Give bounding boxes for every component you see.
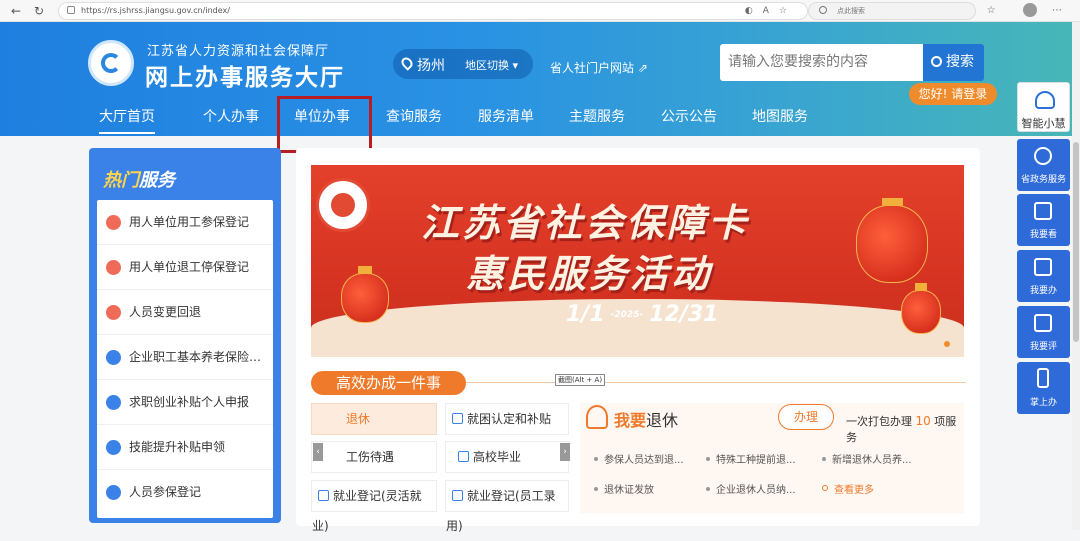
- site-logo: [88, 40, 134, 86]
- banner-date: 1/1 -2025- 12/31: [566, 302, 719, 327]
- menu-personal[interactable]: 个人办事: [203, 106, 259, 126]
- document-icon: [1034, 202, 1052, 220]
- retire-link[interactable]: 参保人员达到退...: [594, 451, 684, 466]
- site-header: 江苏省人力资源和社会保障厅 网上办事服务大厅 扬州 地区切换 ▾ 省人社门户网站…: [0, 22, 1080, 136]
- lantern-icon: [341, 266, 389, 323]
- handle-online-button[interactable]: 我要办: [1017, 250, 1070, 302]
- service-icon: [106, 440, 121, 455]
- list-item[interactable]: 人员参保登记: [97, 470, 273, 515]
- handle-button[interactable]: 办理: [778, 404, 834, 430]
- edit-icon: [318, 490, 329, 501]
- monitor-icon: [1034, 258, 1052, 276]
- service-hardship[interactable]: 就困认定和补贴: [445, 403, 569, 435]
- gov-service-icon: [1034, 147, 1052, 165]
- menu-query[interactable]: 查询服务: [386, 106, 442, 126]
- retiree-icon: [586, 405, 608, 429]
- retire-title: 我要退休: [614, 411, 679, 430]
- list-item[interactable]: 技能提升补贴申领: [97, 425, 273, 470]
- menu-notices[interactable]: 公示公告: [661, 106, 717, 126]
- menu-topics[interactable]: 主题服务: [569, 106, 625, 126]
- edit-icon: [1034, 314, 1052, 332]
- search-button[interactable]: 搜索: [923, 44, 984, 81]
- lantern-icon: [901, 283, 941, 334]
- service-hire-employment[interactable]: 就业登记(员工录用): [445, 480, 569, 533]
- evaluate-button[interactable]: 我要评: [1017, 306, 1070, 358]
- avatar[interactable]: [1022, 3, 1037, 17]
- social-security-card-seal-icon: [316, 178, 370, 232]
- mobile-button[interactable]: 掌上办: [1017, 362, 1070, 414]
- banner-title-line1: 江苏省社会保障卡: [421, 201, 750, 245]
- prev-arrow-icon[interactable]: ‹: [313, 443, 323, 461]
- hall-name: 网上办事服务大厅: [145, 65, 345, 91]
- service-flex-employment[interactable]: 就业登记(灵活就业): [311, 480, 437, 533]
- address-bar[interactable]: https://rs.jshrss.jiangsu.gov.cn/index/ …: [58, 2, 808, 20]
- service-icon: [106, 350, 121, 365]
- view-more-link[interactable]: 查看更多: [822, 481, 874, 496]
- site-search-input[interactable]: 请输入您要搜索的内容: [720, 44, 923, 81]
- menu-home[interactable]: 大厅首页: [99, 106, 155, 134]
- back-icon[interactable]: ←: [8, 3, 24, 19]
- retire-link[interactable]: 退休证发放: [594, 481, 654, 496]
- service-retire[interactable]: 退休: [311, 403, 437, 435]
- service-graduate[interactable]: 高校毕业: [445, 441, 569, 473]
- section-divider: [466, 382, 966, 383]
- retire-link[interactable]: 企业退休人员纳...: [706, 481, 796, 496]
- hardship-icon: [452, 413, 463, 424]
- service-icon: [106, 215, 121, 230]
- list-item[interactable]: 用人单位退工停保登记: [97, 245, 273, 290]
- banner-title-line2: 惠民服务活动: [466, 252, 713, 296]
- annotation-highlight: [277, 96, 372, 153]
- package-info: 一次打包办理 10 项服务: [846, 414, 957, 444]
- search-icon: [819, 6, 827, 14]
- headset-icon: [1035, 91, 1055, 109]
- list-item[interactable]: 用人单位用工参保登记: [97, 200, 273, 245]
- lock-icon: [67, 6, 75, 14]
- region-switch[interactable]: 地区切换 ▾: [465, 57, 518, 73]
- service-icon: [106, 395, 121, 410]
- hot-services-panel: 热门服务 用人单位用工参保登记 用人单位退工停保登记 人员变更回退 企业职工基本…: [89, 148, 281, 523]
- service-injury[interactable]: 工伤待遇: [311, 441, 437, 473]
- service-icon: [106, 305, 121, 320]
- retire-link[interactable]: 新增退休人员养...: [822, 451, 912, 466]
- menu-service-list[interactable]: 服务清单: [478, 106, 534, 126]
- edit-icon: [452, 490, 463, 501]
- carousel-dot[interactable]: [944, 341, 950, 347]
- scrollbar-thumb[interactable]: [1073, 142, 1079, 342]
- phone-icon: [1037, 368, 1049, 388]
- browser-search-placeholder: 点此搜索: [837, 7, 865, 15]
- list-item[interactable]: 人员变更回退: [97, 290, 273, 335]
- region-selector[interactable]: 扬州 地区切换 ▾: [393, 49, 533, 79]
- view-button[interactable]: 我要看: [1017, 194, 1070, 246]
- hot-services-title: 热门服务: [103, 170, 175, 191]
- graduate-cap-icon: [458, 451, 469, 462]
- gov-service-button[interactable]: 省政务服务: [1017, 139, 1070, 191]
- section-title: 高效办成一件事: [311, 371, 466, 395]
- login-button[interactable]: 您好! 请登录: [909, 83, 997, 105]
- service-icon: [106, 260, 121, 275]
- browser-toolbar: ← ↻ https://rs.jshrss.jiangsu.gov.cn/ind…: [0, 0, 1080, 22]
- url-text: https://rs.jshrss.jiangsu.gov.cn/index/: [81, 6, 230, 15]
- browser-search-input[interactable]: 点此搜索: [808, 2, 976, 20]
- hot-services-list: 用人单位用工参保登记 用人单位退工停保登记 人员变更回退 企业职工基本养老保险关…: [97, 200, 273, 518]
- service-icon: [106, 485, 121, 500]
- next-arrow-icon[interactable]: ›: [560, 443, 570, 461]
- page-scrollbar[interactable]: [1072, 22, 1080, 530]
- promo-banner[interactable]: 江苏省社会保障卡 惠民服务活动 1/1 -2025- 12/31: [311, 165, 964, 357]
- menu-map[interactable]: 地图服务: [752, 106, 808, 126]
- current-city: 扬州: [417, 58, 445, 74]
- address-actions[interactable]: ◐A☆: [745, 3, 797, 19]
- retire-link[interactable]: 特殊工种提前退...: [706, 451, 796, 466]
- lantern-icon: [856, 198, 928, 283]
- list-item[interactable]: 求职创业补贴个人申报: [97, 380, 273, 425]
- location-pin-icon: [399, 55, 415, 71]
- retire-panel: 我要退休 办理 一次打包办理 10 项服务 参保人员达到退... 特殊工种提前退…: [580, 403, 964, 513]
- list-item[interactable]: 企业职工基本养老保险关系转移: [97, 335, 273, 380]
- search-icon: [931, 56, 942, 67]
- portal-link[interactable]: 省人社门户网站 ⇗: [550, 59, 648, 76]
- refresh-icon[interactable]: ↻: [31, 3, 47, 19]
- browser-tools[interactable]: ☆ ⋯: [987, 3, 1074, 17]
- screenshot-tooltip: 截图(Alt + A): [555, 374, 606, 386]
- assistant-button[interactable]: 智能小慧: [1017, 82, 1070, 132]
- org-name: 江苏省人力资源和社会保障厅: [147, 44, 330, 59]
